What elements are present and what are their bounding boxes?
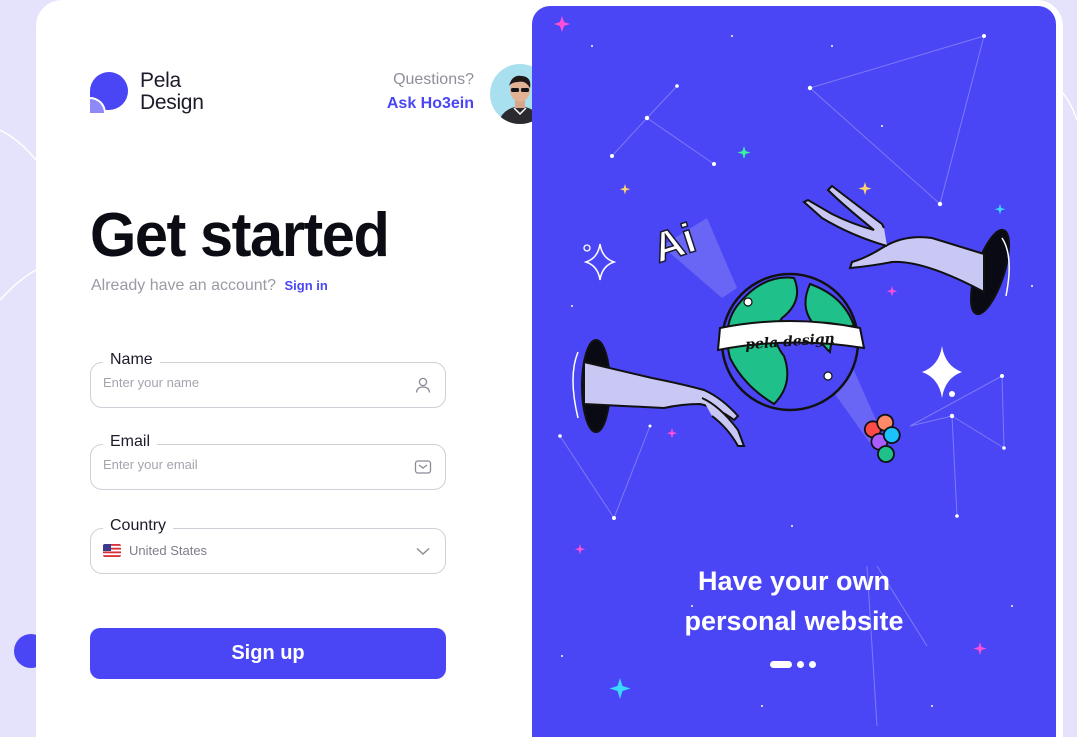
- signup-button[interactable]: Sign up: [90, 628, 446, 679]
- name-field[interactable]: Name: [90, 351, 446, 408]
- email-input[interactable]: [103, 457, 393, 472]
- country-label: Country: [103, 517, 174, 535]
- brand-name: Pela Design: [140, 69, 204, 114]
- promo-panel: Ai pela design Have your own personal we…: [532, 6, 1056, 737]
- name-input[interactable]: [103, 375, 393, 390]
- signin-prompt: Already have an account? Sign in: [91, 277, 328, 295]
- carousel-indicator: [770, 661, 816, 668]
- account-text: Already have an account?: [91, 277, 277, 294]
- country-select[interactable]: Country United States: [90, 517, 446, 574]
- email-field[interactable]: Email: [90, 433, 446, 490]
- brand[interactable]: Pela Design: [90, 70, 204, 114]
- ask-link[interactable]: Ask Ho3ein: [387, 95, 474, 113]
- promo-line-2: personal website: [684, 606, 904, 636]
- carousel-dot[interactable]: [809, 661, 816, 668]
- mail-icon: [414, 460, 432, 474]
- carousel-dot-active[interactable]: [770, 661, 792, 668]
- promo-line-1: Have your own: [697, 566, 891, 596]
- promo-tagline: Have your own personal website: [532, 561, 1056, 641]
- us-flag-icon: [103, 544, 121, 557]
- email-label: Email: [103, 433, 158, 451]
- brand-logo-icon: [90, 72, 128, 113]
- page-title: Get started: [90, 201, 390, 270]
- chevron-down-icon[interactable]: [413, 541, 433, 561]
- carousel-dot[interactable]: [797, 661, 804, 668]
- user-icon: [415, 377, 431, 393]
- signin-link[interactable]: Sign in: [284, 278, 327, 293]
- help-box: Questions? Ask Ho3ein: [387, 71, 474, 113]
- help-question: Questions?: [393, 71, 474, 88]
- name-label: Name: [103, 351, 160, 369]
- country-value: United States: [129, 543, 208, 558]
